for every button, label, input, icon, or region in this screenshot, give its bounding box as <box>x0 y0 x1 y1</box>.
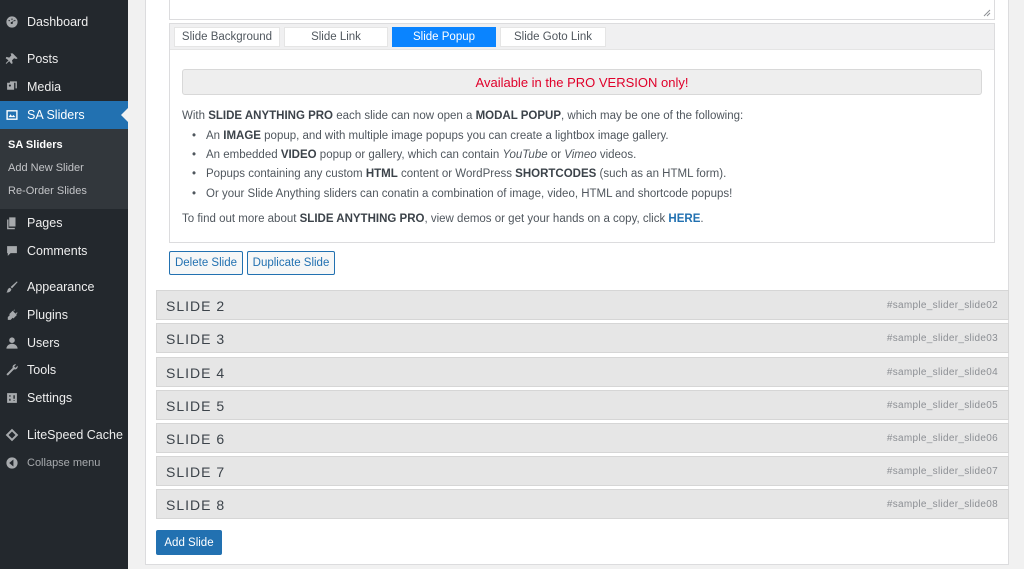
comments-icon <box>5 244 19 258</box>
slide-label: SLIDE 5 <box>166 398 226 414</box>
pro-version-banner: Available in the PRO VERSION only! <box>182 69 982 95</box>
sa-sliders-submenu: SA Sliders Add New Slider Re-Order Slide… <box>0 129 128 209</box>
menu-label: Plugins <box>27 308 68 322</box>
menu-sa-sliders[interactable]: SA Sliders <box>0 101 128 129</box>
add-slide-button[interactable]: Add Slide <box>156 530 222 555</box>
menu-label: Pages <box>27 216 63 230</box>
menu-media[interactable]: Media <box>0 73 128 101</box>
slide-row[interactable]: SLIDE 3 #sample_slider_slide03 <box>156 323 1009 353</box>
duplicate-slide-button[interactable]: Duplicate Slide <box>247 251 335 275</box>
submenu-add-new-slider[interactable]: Add New Slider <box>8 162 84 174</box>
slide-options-tabs: Slide Background Slide Link Slide Popup … <box>169 23 995 243</box>
tab-bar: Slide Background Slide Link Slide Popup … <box>170 24 994 50</box>
menu-litespeed-cache[interactable]: LiteSpeed Cache <box>0 421 128 449</box>
pushpin-icon <box>5 52 19 66</box>
menu-label: SA Sliders <box>27 108 85 122</box>
collapse-icon <box>5 456 19 470</box>
list-item: An IMAGE popup, and with multiple image … <box>192 130 669 142</box>
litespeed-icon <box>5 428 19 442</box>
menu-label: Media <box>27 80 62 94</box>
slide-row[interactable]: SLIDE 2 #sample_slider_slide02 <box>156 290 1009 320</box>
slide-label: SLIDE 2 <box>166 298 226 314</box>
menu-tools[interactable]: Tools <box>0 356 128 384</box>
menu-plugins[interactable]: Plugins <box>0 301 128 329</box>
tab-slide-popup[interactable]: Slide Popup <box>392 27 496 47</box>
settings-icon <box>5 391 19 405</box>
resize-grip-icon[interactable] <box>983 9 991 17</box>
slides-icon <box>5 108 19 122</box>
delete-slide-button[interactable]: Delete Slide <box>169 251 243 275</box>
slide-content-textarea[interactable] <box>169 0 995 20</box>
dashboard-icon <box>5 15 19 29</box>
slide-row[interactable]: SLIDE 6 #sample_slider_slide06 <box>156 423 1009 453</box>
slide-id: #sample_slider_slide04 <box>886 367 998 378</box>
plugins-icon <box>5 308 19 322</box>
menu-dashboard[interactable]: Dashboard <box>0 8 128 36</box>
slide-row[interactable]: SLIDE 5 #sample_slider_slide05 <box>156 390 1009 420</box>
intro-paragraph: With SLIDE ANYTHING PRO each slide can n… <box>182 110 744 122</box>
wrench-icon <box>5 363 19 377</box>
pages-icon <box>5 216 19 230</box>
tab-slide-background[interactable]: Slide Background <box>174 27 280 47</box>
menu-label: Appearance <box>27 280 95 294</box>
tab-slide-link[interactable]: Slide Link <box>284 27 388 47</box>
menu-settings[interactable]: Settings <box>0 384 128 412</box>
slide-id: #sample_slider_slide08 <box>886 499 998 510</box>
collapse-menu-button[interactable]: Collapse menu <box>0 449 128 477</box>
slide-label: SLIDE 4 <box>166 365 226 381</box>
slide-id: #sample_slider_slide06 <box>886 433 998 444</box>
here-link[interactable]: HERE <box>668 213 700 225</box>
slide-label: SLIDE 3 <box>166 331 226 347</box>
slide-label: SLIDE 8 <box>166 497 226 513</box>
menu-label: Settings <box>27 391 73 405</box>
list-item: An embedded VIDEO popup or gallery, whic… <box>192 149 636 161</box>
menu-label: Posts <box>27 52 59 66</box>
slide-row[interactable]: SLIDE 4 #sample_slider_slide04 <box>156 357 1009 387</box>
tab-slide-goto-link[interactable]: Slide Goto Link <box>500 27 606 47</box>
menu-label: Users <box>27 336 60 350</box>
slide-id: #sample_slider_slide05 <box>886 400 998 411</box>
admin-sidebar: Dashboard Posts Media SA Sliders SA Slid… <box>0 0 128 569</box>
collapse-label: Collapse menu <box>27 457 101 469</box>
main-content: Slide Background Slide Link Slide Popup … <box>145 0 1009 569</box>
menu-label: Tools <box>27 363 57 377</box>
submenu-reorder-slides[interactable]: Re-Order Slides <box>8 185 87 197</box>
slide-label: SLIDE 7 <box>166 464 226 480</box>
slide-id: #sample_slider_slide03 <box>886 333 998 344</box>
submenu-sa-sliders[interactable]: SA Sliders <box>8 139 63 151</box>
menu-users[interactable]: Users <box>0 329 128 357</box>
outro-paragraph: To find out more about SLIDE ANYTHING PR… <box>182 213 704 225</box>
menu-label: LiteSpeed Cache <box>27 428 123 442</box>
paintbrush-icon <box>5 280 19 294</box>
menu-comments[interactable]: Comments <box>0 237 128 265</box>
users-icon <box>5 336 19 350</box>
menu-posts[interactable]: Posts <box>0 45 128 73</box>
menu-appearance[interactable]: Appearance <box>0 273 128 301</box>
menu-pages[interactable]: Pages <box>0 209 128 237</box>
slide-label: SLIDE 6 <box>166 431 226 447</box>
menu-label: Dashboard <box>27 15 89 29</box>
media-icon <box>5 80 19 94</box>
slide-id: #sample_slider_slide02 <box>886 300 998 311</box>
slide-id: #sample_slider_slide07 <box>886 466 998 477</box>
list-item: Or your Slide Anything sliders can conat… <box>192 188 732 200</box>
slide-row[interactable]: SLIDE 7 #sample_slider_slide07 <box>156 456 1009 486</box>
slide-row[interactable]: SLIDE 8 #sample_slider_slide08 <box>156 489 1009 519</box>
list-item: Popups containing any custom HTML conten… <box>192 168 726 180</box>
menu-label: Comments <box>27 244 88 258</box>
